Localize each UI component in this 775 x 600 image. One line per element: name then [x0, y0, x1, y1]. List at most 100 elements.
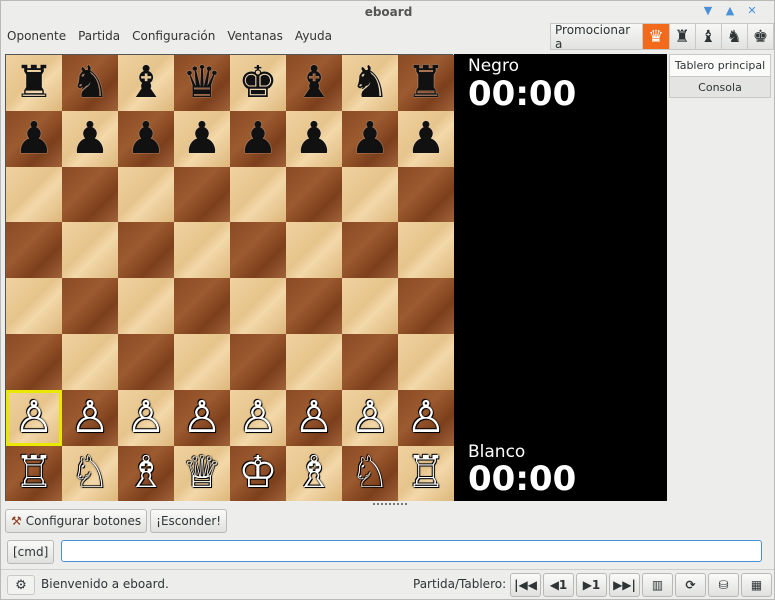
square-b8[interactable]: ♞ — [62, 55, 118, 111]
black-piece-icon[interactable]: ♟ — [70, 116, 109, 161]
clock-mode-icon[interactable]: ▥ — [642, 573, 673, 597]
square-h4[interactable] — [398, 278, 454, 334]
square-b3[interactable] — [62, 333, 118, 390]
square-h5[interactable] — [398, 222, 454, 279]
white-piece-icon[interactable]: ♖ — [14, 451, 53, 495]
square-c7[interactable]: ♟ — [118, 110, 174, 167]
promote-bishop-icon[interactable]: ♝ — [694, 24, 721, 49]
black-piece-icon[interactable]: ♟ — [14, 116, 53, 161]
square-a7[interactable]: ♟ — [6, 110, 62, 167]
black-piece-icon[interactable]: ♜ — [14, 60, 53, 105]
square-h6[interactable] — [398, 166, 454, 223]
square-f8[interactable]: ♝ — [286, 55, 342, 111]
splitter-handle[interactable] — [373, 503, 407, 507]
black-piece-icon[interactable]: ♟ — [294, 116, 333, 161]
square-h2[interactable]: ♙ — [398, 389, 454, 446]
square-e3[interactable] — [230, 333, 286, 390]
white-piece-icon[interactable]: ♙ — [294, 395, 333, 440]
square-e1[interactable]: ♔ — [230, 445, 286, 502]
square-d8[interactable]: ♛ — [174, 55, 230, 111]
black-piece-icon[interactable]: ♞ — [70, 60, 109, 105]
square-f2[interactable]: ♙ — [286, 389, 342, 446]
square-d2[interactable]: ♙ — [174, 389, 230, 446]
black-piece-icon[interactable]: ♟ — [182, 116, 221, 161]
square-h1[interactable]: ♖ — [398, 445, 454, 502]
white-piece-icon[interactable]: ♗ — [294, 451, 333, 495]
square-e7[interactable]: ♟ — [230, 110, 286, 167]
square-c1[interactable]: ♗ — [118, 445, 174, 502]
square-d7[interactable]: ♟ — [174, 110, 230, 167]
black-piece-icon[interactable]: ♛ — [182, 60, 221, 105]
menu-partida[interactable]: Partida — [72, 29, 126, 43]
square-h3[interactable] — [398, 333, 454, 390]
white-piece-icon[interactable]: ♙ — [406, 395, 445, 440]
menu-oponente[interactable]: Oponente — [1, 29, 72, 43]
square-b2[interactable]: ♙ — [62, 389, 118, 446]
menu-ventanas[interactable]: Ventanas — [221, 29, 289, 43]
tab-tablero-principal[interactable]: Tablero principal — [669, 54, 771, 76]
square-d1[interactable]: ♕ — [174, 445, 230, 502]
square-g6[interactable] — [342, 166, 398, 223]
connection-icon[interactable]: ⚙ — [7, 575, 35, 595]
prev-move-button[interactable]: ◀1 — [543, 573, 574, 597]
square-a4[interactable] — [6, 278, 62, 334]
engine-icon[interactable]: ⛁ — [708, 573, 739, 597]
square-c8[interactable]: ♝ — [118, 55, 174, 111]
square-g1[interactable]: ♘ — [342, 445, 398, 502]
square-f1[interactable]: ♗ — [286, 445, 342, 502]
white-piece-icon[interactable]: ♙ — [238, 395, 277, 440]
square-a8[interactable]: ♜ — [6, 55, 62, 111]
white-piece-icon[interactable]: ♖ — [406, 451, 445, 495]
square-a3[interactable] — [6, 333, 62, 390]
white-piece-icon[interactable]: ♙ — [126, 395, 165, 440]
square-e4[interactable] — [230, 278, 286, 334]
white-piece-icon[interactable]: ♙ — [350, 395, 389, 440]
square-g5[interactable] — [342, 222, 398, 279]
square-e8[interactable]: ♚ — [230, 55, 286, 111]
black-piece-icon[interactable]: ♟ — [126, 116, 165, 161]
square-h8[interactable]: ♜ — [398, 55, 454, 111]
maximize-icon[interactable]: ▲ — [723, 4, 737, 18]
black-piece-icon[interactable]: ♜ — [406, 60, 445, 105]
black-piece-icon[interactable]: ♟ — [238, 116, 277, 161]
tab-consola[interactable]: Consola — [669, 76, 771, 98]
white-piece-icon[interactable]: ♘ — [350, 451, 389, 495]
square-g7[interactable]: ♟ — [342, 110, 398, 167]
command-input[interactable] — [61, 540, 762, 562]
square-b1[interactable]: ♘ — [62, 445, 118, 502]
square-c3[interactable] — [118, 333, 174, 390]
black-piece-icon[interactable]: ♟ — [406, 116, 445, 161]
square-a5[interactable] — [6, 222, 62, 279]
menu-configuracion[interactable]: Configuración — [126, 29, 221, 43]
square-f5[interactable] — [286, 222, 342, 279]
square-c5[interactable] — [118, 222, 174, 279]
white-piece-icon[interactable]: ♘ — [70, 451, 109, 495]
black-piece-icon[interactable]: ♝ — [126, 60, 165, 105]
hide-button[interactable]: ¡Esconder! — [150, 509, 228, 533]
square-a6[interactable] — [6, 166, 62, 223]
board-settings-icon[interactable]: ▦ — [741, 573, 772, 597]
square-f3[interactable] — [286, 333, 342, 390]
minimize-icon[interactable]: ▼ — [701, 4, 715, 18]
square-g4[interactable] — [342, 278, 398, 334]
white-piece-icon[interactable]: ♙ — [182, 395, 221, 440]
black-piece-icon[interactable]: ♚ — [238, 60, 277, 105]
square-f7[interactable]: ♟ — [286, 110, 342, 167]
next-move-button[interactable]: ▶1 — [576, 573, 607, 597]
square-b4[interactable] — [62, 278, 118, 334]
square-g3[interactable] — [342, 333, 398, 390]
flip-board-icon[interactable]: ⟳ — [675, 573, 706, 597]
square-f6[interactable] — [286, 166, 342, 223]
square-e6[interactable] — [230, 166, 286, 223]
black-piece-icon[interactable]: ♝ — [294, 60, 333, 105]
promote-knight-icon[interactable]: ♞ — [720, 24, 747, 49]
square-g2[interactable]: ♙ — [342, 389, 398, 446]
white-piece-icon[interactable]: ♕ — [182, 451, 221, 495]
square-a1[interactable]: ♖ — [6, 445, 62, 502]
square-e5[interactable] — [230, 222, 286, 279]
square-a2[interactable]: ♙ — [6, 389, 62, 446]
black-piece-icon[interactable]: ♟ — [350, 116, 389, 161]
square-d5[interactable] — [174, 222, 230, 279]
square-b7[interactable]: ♟ — [62, 110, 118, 167]
square-e2[interactable]: ♙ — [230, 389, 286, 446]
